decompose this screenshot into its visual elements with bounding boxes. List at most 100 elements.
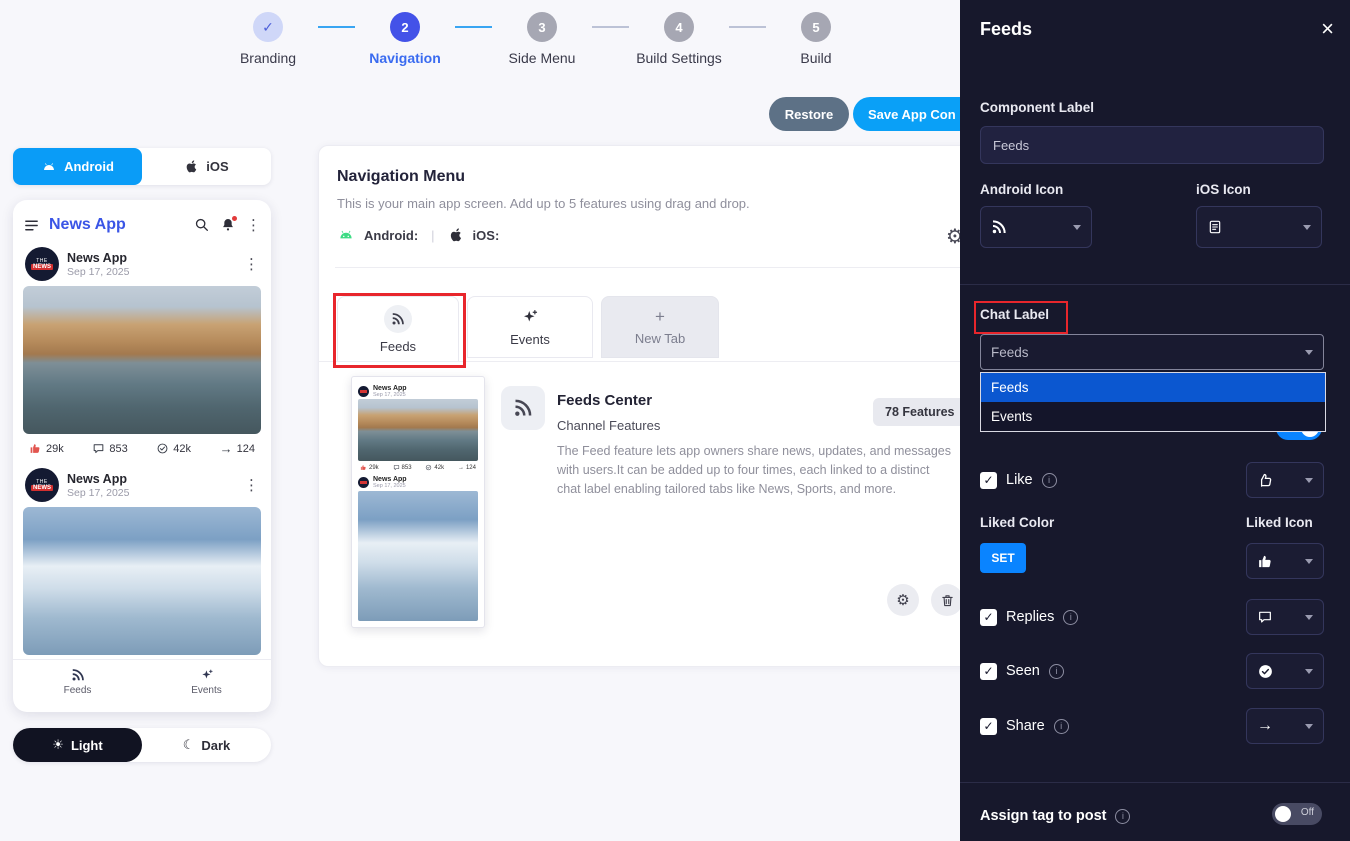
post-image-mountains — [358, 491, 478, 621]
chevron-down-icon — [1073, 225, 1081, 230]
kebab-menu-icon[interactable]: ⋮ — [246, 216, 261, 234]
sparkle-icon — [521, 308, 539, 326]
replies-checkbox[interactable]: ✓ — [980, 609, 997, 626]
feature-delete-button[interactable] — [931, 584, 963, 616]
step-label: Navigation — [369, 50, 441, 66]
step-label: Build Settings — [636, 50, 722, 66]
assign-tag-toggle[interactable]: Off — [1272, 803, 1322, 825]
chat-label-select[interactable]: Feeds — [980, 334, 1324, 370]
search-icon[interactable] — [194, 217, 210, 233]
preview-tab-feeds[interactable]: Feeds — [13, 660, 142, 704]
info-icon[interactable]: i — [1063, 610, 1078, 625]
seen-row: ✓ Seen i — [980, 653, 1064, 689]
post-date: Sep 17, 2025 — [67, 487, 129, 499]
post-kebab-icon[interactable]: ⋮ — [244, 476, 259, 494]
seen-checkbox[interactable]: ✓ — [980, 663, 997, 680]
replies-icon-dropdown[interactable] — [1246, 599, 1324, 635]
ios-icon-dropdown[interactable] — [1196, 206, 1322, 248]
step-check-icon: ✓ — [253, 12, 283, 42]
plus-icon: + — [655, 308, 665, 325]
comment-icon[interactable] — [92, 442, 105, 455]
share-icon-dropdown[interactable]: → — [1246, 708, 1324, 744]
info-icon[interactable]: i — [1054, 719, 1069, 734]
feeds-settings-panel: Feeds × Component Label Android Icon iOS… — [960, 0, 1350, 841]
share-label: Share — [1006, 718, 1045, 734]
preview-tab-events-label: Events — [191, 685, 222, 696]
android-icon — [337, 226, 355, 244]
post-image-mountains — [23, 507, 261, 655]
step-number: 2 — [390, 12, 420, 42]
component-label: Component Label — [980, 100, 1094, 115]
like-icon[interactable] — [29, 442, 42, 455]
bell-icon[interactable] — [220, 217, 236, 233]
step-side-menu[interactable]: 3 Side Menu — [492, 12, 592, 66]
post-author: News App — [67, 472, 129, 486]
avatar: THE NEWS — [25, 468, 59, 502]
close-icon[interactable]: × — [1321, 18, 1334, 40]
preview-app-title: News App — [49, 216, 126, 234]
stepper-connector — [729, 26, 766, 28]
component-label-input[interactable] — [980, 126, 1324, 164]
ios-icon-label: iOS Icon — [1196, 182, 1251, 197]
tab-content-divider — [319, 361, 999, 362]
share-checkbox[interactable]: ✓ — [980, 718, 997, 735]
app-root: ✓ Branding 2 Navigation 3 Side Menu 4 Bu… — [0, 0, 1350, 841]
divider-pipe: | — [431, 228, 434, 243]
chevron-down-icon — [1305, 615, 1313, 620]
platform-toggle: Android iOS — [13, 148, 271, 185]
platform-ios-button[interactable]: iOS — [142, 148, 271, 185]
option-feeds[interactable]: Feeds — [981, 373, 1325, 402]
theme-dark-button[interactable]: ☾ Dark — [142, 728, 271, 762]
info-icon[interactable]: i — [1042, 473, 1057, 488]
seen-icon-dropdown[interactable] — [1246, 653, 1324, 689]
avatar-text-bottom: NEWS — [31, 264, 53, 270]
step-navigation[interactable]: 2 Navigation — [355, 12, 455, 66]
restore-button[interactable]: Restore — [769, 97, 849, 131]
tab-feeds-label: Feeds — [380, 339, 416, 354]
liked-icon-dropdown[interactable] — [1246, 543, 1324, 579]
platform-android-button[interactable]: Android — [13, 148, 142, 185]
preview-tab-feeds-label: Feeds — [64, 685, 92, 696]
preview-post-1: THE NEWS News App Sep 17, 2025 ⋮ 29k 853… — [23, 242, 261, 463]
seen-count: 42k — [173, 443, 191, 455]
like-checkbox[interactable]: ✓ — [980, 472, 997, 489]
option-events[interactable]: Events — [981, 402, 1325, 431]
theme-light-button[interactable]: ☀ Light — [13, 728, 142, 762]
step-number: 3 — [527, 12, 557, 42]
like-count: 29k — [46, 443, 64, 455]
post-kebab-icon[interactable]: ⋮ — [244, 255, 259, 273]
share-count: 124 — [237, 443, 255, 455]
sun-icon: ☀ — [52, 737, 64, 753]
stepper-connector — [318, 26, 355, 28]
apple-icon — [448, 227, 464, 243]
post-date: Sep 17, 2025 — [67, 266, 129, 278]
preview-tab-events[interactable]: Events — [142, 660, 271, 704]
liked-color-label: Liked Color — [980, 515, 1054, 530]
avatar — [358, 477, 369, 488]
info-icon[interactable]: i — [1049, 664, 1064, 679]
post-author: News App — [373, 385, 407, 392]
panel-title: Feeds — [980, 19, 1032, 40]
like-label: Like — [1006, 472, 1033, 488]
step-build-settings[interactable]: 4 Build Settings — [629, 12, 729, 66]
post-stats: 29k 853 42k →124 — [358, 461, 478, 474]
info-icon[interactable]: i — [1115, 809, 1130, 824]
android-icon-dropdown[interactable] — [980, 206, 1092, 248]
gear-icon: ⚙ — [896, 591, 909, 609]
hamburger-menu-icon[interactable] — [23, 217, 40, 234]
share-arrow-icon[interactable]: → — [220, 441, 233, 456]
tab-feeds[interactable]: Feeds — [337, 296, 459, 362]
toggle-off-label: Off — [1301, 807, 1314, 818]
stepper-connector — [455, 26, 492, 28]
like-icon-dropdown[interactable] — [1246, 462, 1324, 498]
step-build[interactable]: 5 Build — [766, 12, 866, 66]
tab-new-tab[interactable]: + New Tab — [601, 296, 719, 358]
feature-preview-thumbnail[interactable]: News App Sep 17, 2025 29k 853 42k →124 N… — [351, 376, 485, 628]
step-branding[interactable]: ✓ Branding — [218, 12, 318, 66]
feature-settings-button[interactable]: ⚙ — [887, 584, 919, 616]
like-icon — [360, 464, 367, 471]
seen-icon[interactable] — [156, 442, 169, 455]
tab-events-label: Events — [510, 332, 550, 347]
tab-events[interactable]: Events — [467, 296, 593, 358]
set-color-button[interactable]: SET — [980, 543, 1026, 573]
